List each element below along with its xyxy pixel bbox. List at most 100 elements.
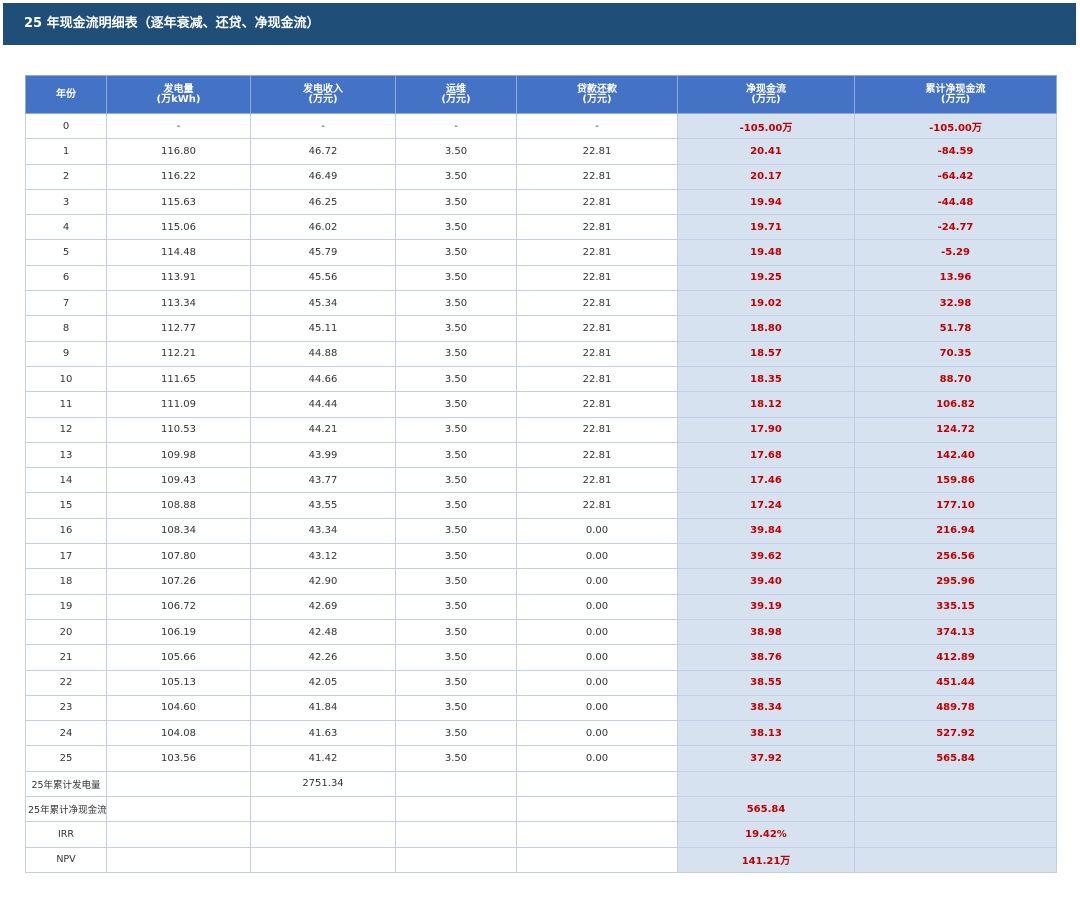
table-row: 24 104.08 41.63 3.50 0.00 38.13 527.92 xyxy=(25,720,1057,747)
cell-net-cash-flow: 17.90 xyxy=(677,416,855,443)
cell-loan-repayment: 22.81 xyxy=(516,264,678,292)
summary-empty-cell xyxy=(395,796,517,823)
summary-label: 25年累计净现金流 xyxy=(25,796,107,823)
header-cumulative-net-cash-flow: 累计净现金流 (万元) xyxy=(854,75,1057,114)
summary-empty-cell xyxy=(516,770,678,798)
cell-cumulative-net-cash-flow: 374.13 xyxy=(854,618,1057,646)
cell-revenue: 42.48 xyxy=(250,618,396,646)
table-row: 1 116.80 46.72 3.50 22.81 20.41 -84.59 xyxy=(25,138,1057,165)
table-row: 4 115.06 46.02 3.50 22.81 19.71 -24.77 xyxy=(25,214,1057,241)
cell-generation: 109.98 xyxy=(106,441,251,469)
cell-net-cash-flow: 19.94 xyxy=(677,188,855,216)
cell-revenue: 46.25 xyxy=(250,188,396,216)
cell-loan-repayment: 22.81 xyxy=(516,340,678,367)
cell-generation: 107.80 xyxy=(106,543,251,570)
summary-net-value: 565.84 xyxy=(677,796,855,823)
cell-year: 7 xyxy=(25,290,107,317)
cell-year: 13 xyxy=(25,441,107,469)
table-row: 15 108.88 43.55 3.50 22.81 17.24 177.10 xyxy=(25,492,1057,519)
cell-om: 3.50 xyxy=(395,416,517,443)
cell-cumulative-net-cash-flow: 124.72 xyxy=(854,416,1057,443)
cell-generation: 113.91 xyxy=(106,264,251,292)
cell-revenue: 46.02 xyxy=(250,214,396,241)
summary-empty-cell xyxy=(395,770,517,798)
cell-net-cash-flow: 39.19 xyxy=(677,593,855,620)
table-row: 22 105.13 42.05 3.50 0.00 38.55 451.44 xyxy=(25,669,1057,696)
cell-om: 3.50 xyxy=(395,694,517,722)
summary-empty-cell xyxy=(854,846,1057,873)
cell-year: 11 xyxy=(25,391,107,418)
cell-cumulative-net-cash-flow: 106.82 xyxy=(854,391,1057,418)
cell-loan-repayment: 0.00 xyxy=(516,593,678,620)
cell-loan-repayment: 22.81 xyxy=(516,365,678,393)
cell-revenue: 44.66 xyxy=(250,365,396,393)
summary-row: IRR 19.42% xyxy=(25,821,1057,848)
cell-generation: 108.88 xyxy=(106,492,251,519)
cell-year: 6 xyxy=(25,264,107,292)
cell-om: 3.50 xyxy=(395,315,517,342)
cell-loan-repayment: 22.81 xyxy=(516,214,678,241)
table-row: 14 109.43 43.77 3.50 22.81 17.46 159.86 xyxy=(25,467,1057,494)
cell-om: 3.50 xyxy=(395,543,517,570)
table-row: 12 110.53 44.21 3.50 22.81 17.90 124.72 xyxy=(25,416,1057,443)
summary-row: 25年累计发电量 2751.34 xyxy=(25,770,1057,798)
cell-year: 12 xyxy=(25,416,107,443)
cell-generation: 112.77 xyxy=(106,315,251,342)
cell-year: 24 xyxy=(25,720,107,747)
cell-om: 3.50 xyxy=(395,264,517,292)
header-unit: (万元) xyxy=(441,93,471,105)
summary-empty-cell xyxy=(106,796,251,823)
summary-label: NPV xyxy=(25,846,107,873)
cell-net-cash-flow: 39.84 xyxy=(677,517,855,545)
cell-generation: 110.53 xyxy=(106,416,251,443)
cell-generation: 111.65 xyxy=(106,365,251,393)
cell-year: 0 xyxy=(25,112,107,140)
table-row: 3 115.63 46.25 3.50 22.81 19.94 -44.48 xyxy=(25,188,1057,216)
cell-generation: 104.60 xyxy=(106,694,251,722)
cell-loan-repayment: 22.81 xyxy=(516,391,678,418)
header-label: 贷款还款 xyxy=(577,83,617,95)
cell-net-cash-flow: 38.76 xyxy=(677,644,855,671)
cell-revenue: 43.77 xyxy=(250,467,396,494)
cell-year: 5 xyxy=(25,239,107,266)
cell-net-cash-flow: 38.55 xyxy=(677,669,855,696)
cell-generation: 116.80 xyxy=(106,138,251,165)
cell-loan-repayment: 22.81 xyxy=(516,416,678,443)
header-om: 运维 (万元) xyxy=(395,75,517,114)
cell-revenue: 46.49 xyxy=(250,163,396,190)
summary-empty-cell xyxy=(854,796,1057,823)
table-row: 5 114.48 45.79 3.50 22.81 19.48 -5.29 xyxy=(25,239,1057,266)
cell-cumulative-net-cash-flow: 527.92 xyxy=(854,720,1057,747)
cell-net-cash-flow: 20.17 xyxy=(677,163,855,190)
summary-net-value: 141.21万 xyxy=(677,846,855,873)
summary-net-value: 19.42% xyxy=(677,821,855,848)
summary-empty-cell xyxy=(395,846,517,873)
cell-revenue: 43.34 xyxy=(250,517,396,545)
cell-year: 16 xyxy=(25,517,107,545)
summary-empty-cell xyxy=(106,821,251,848)
header-year: 年份 xyxy=(25,75,107,114)
cell-revenue: 43.99 xyxy=(250,441,396,469)
summary-empty-cell xyxy=(516,796,678,823)
cell-om: 3.50 xyxy=(395,669,517,696)
cell-revenue: 46.72 xyxy=(250,138,396,165)
cell-generation: 108.34 xyxy=(106,517,251,545)
cell-revenue: - xyxy=(250,112,396,140)
cell-generation: 105.66 xyxy=(106,644,251,671)
cell-om: 3.50 xyxy=(395,492,517,519)
cell-revenue: 42.26 xyxy=(250,644,396,671)
cell-cumulative-net-cash-flow: 51.78 xyxy=(854,315,1057,342)
cell-om: 3.50 xyxy=(395,517,517,545)
cell-year: 9 xyxy=(25,340,107,367)
cell-loan-repayment: 0.00 xyxy=(516,745,678,772)
cell-revenue: 45.79 xyxy=(250,239,396,266)
cell-cumulative-net-cash-flow: 295.96 xyxy=(854,568,1057,595)
cell-om: - xyxy=(395,112,517,140)
cell-generation: 106.19 xyxy=(106,618,251,646)
cell-revenue: 42.69 xyxy=(250,593,396,620)
header-net-cash-flow: 净现金流 (万元) xyxy=(677,75,855,114)
summary-empty-cell xyxy=(106,846,251,873)
cell-cumulative-net-cash-flow: 13.96 xyxy=(854,264,1057,292)
cell-om: 3.50 xyxy=(395,340,517,367)
summary-label: IRR xyxy=(25,821,107,848)
